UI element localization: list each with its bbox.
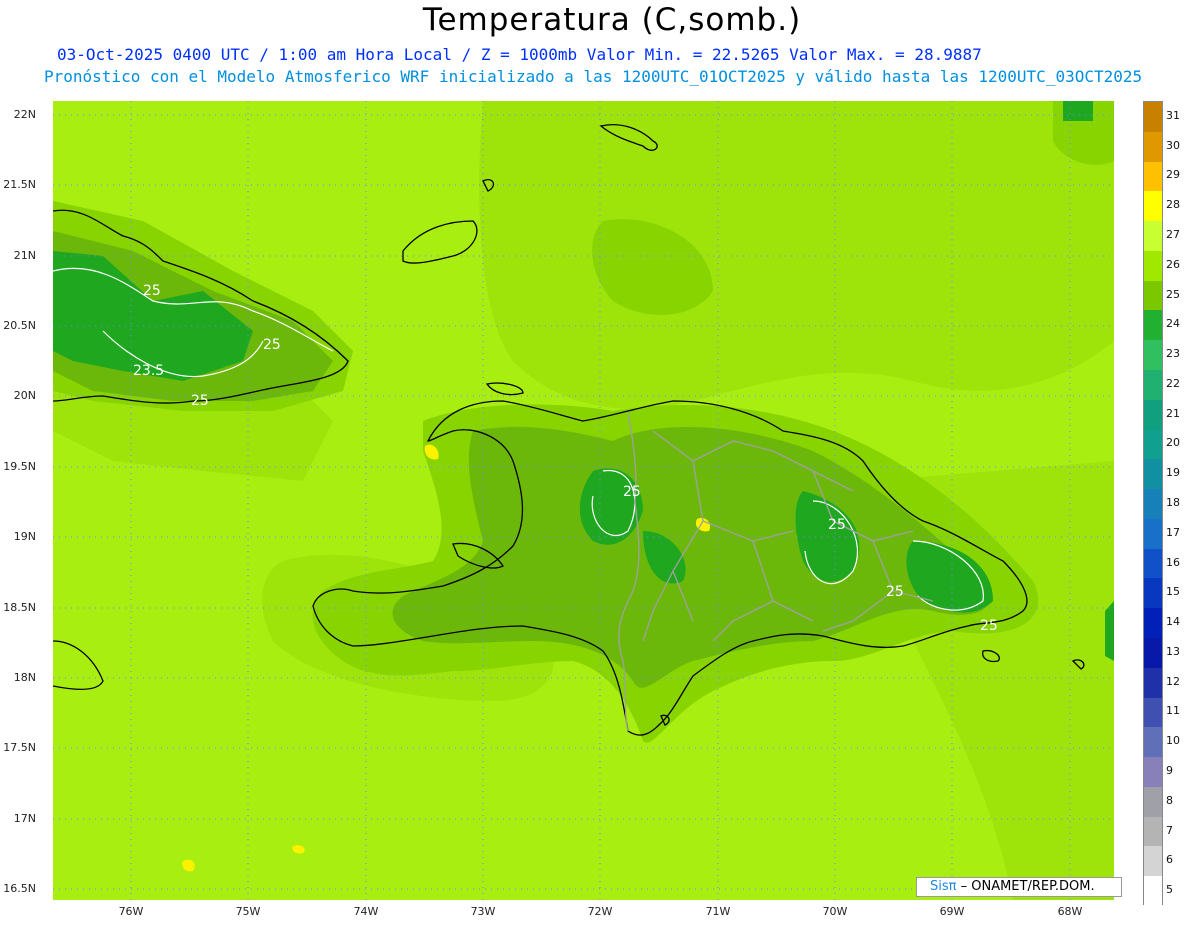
colorbar-label: 6	[1166, 853, 1173, 867]
contour-label: 23.5	[133, 363, 164, 379]
colorbar-segment	[1144, 102, 1162, 132]
lat-label: 18.5N	[3, 601, 36, 614]
credit-box: Sisπ – ONAMET/REP.DOM.	[916, 877, 1122, 897]
colorbar-segment	[1144, 310, 1162, 341]
colorbar	[1143, 101, 1163, 907]
colorbar-segment	[1144, 608, 1162, 639]
colorbar-segment	[1144, 131, 1162, 162]
colorbar-segment	[1144, 399, 1162, 430]
lat-label: 19N	[13, 530, 36, 543]
colorbar-label: 22	[1166, 376, 1180, 390]
colorbar-segment	[1144, 548, 1162, 579]
lon-label: 68W	[1057, 905, 1083, 918]
colorbar-segment	[1144, 578, 1162, 609]
lat-label: 21N	[13, 249, 36, 262]
colorbar-segment	[1144, 280, 1162, 311]
colorbar-label: 21	[1166, 406, 1180, 420]
colorbar-label: 20	[1166, 436, 1180, 450]
colorbar-label: 12	[1166, 674, 1180, 688]
colorbar-label: 26	[1166, 257, 1180, 271]
lat-label: 20.5N	[3, 319, 36, 332]
colorbar-label: 8	[1166, 793, 1173, 807]
colorbar-label: 24	[1166, 317, 1180, 331]
colorbar-segment	[1144, 727, 1162, 758]
colorbar-label: 23	[1166, 347, 1180, 361]
colorbar-label: 14	[1166, 615, 1180, 629]
map-title: Temperatura (C,somb.)	[422, 2, 802, 38]
lat-label: 19.5N	[3, 460, 36, 473]
colorbar-label: 17	[1166, 525, 1180, 539]
lon-label: 75W	[235, 905, 261, 918]
colorbar-segment	[1144, 667, 1162, 698]
sispi-logo: Sisπ	[930, 879, 957, 894]
colorbar-label: 25	[1166, 287, 1180, 301]
valid-time-line: 03-Oct-2025 0400 UTC / 1:00 am Hora Loca…	[57, 45, 982, 64]
colorbar-label: 18	[1166, 496, 1180, 509]
lat-label: 18N	[13, 671, 36, 684]
colorbar-label: 11	[1166, 704, 1180, 718]
lat-label: 17N	[13, 812, 36, 825]
colorbar-segment	[1144, 846, 1162, 877]
colorbar-segment	[1144, 518, 1162, 549]
lon-label: 72W	[587, 905, 613, 918]
colorbar-segment	[1144, 250, 1162, 281]
lat-label: 20N	[13, 389, 36, 402]
colorbar-label: 28	[1166, 198, 1180, 212]
colorbar-segment	[1144, 370, 1162, 400]
lat-label: 17.5N	[3, 741, 36, 754]
lon-label: 76W	[118, 905, 144, 918]
lon-label: 74W	[353, 905, 379, 918]
colorbar-segment	[1144, 638, 1162, 668]
lon-label: 70W	[822, 905, 848, 918]
colorbar-segment	[1144, 876, 1162, 907]
lon-label: 69W	[939, 905, 965, 918]
contour-label: 25	[143, 283, 161, 299]
colorbar-label: 30	[1166, 138, 1180, 152]
colorbar-segment	[1144, 161, 1162, 192]
credit-text: – ONAMET/REP.DOM.	[956, 879, 1095, 894]
lon-label: 73W	[470, 905, 496, 918]
colorbar-segment	[1144, 786, 1162, 817]
contour-label: 25	[623, 484, 641, 500]
model-info-line: Pronóstico con el Modelo Atmosferico WRF…	[44, 67, 1143, 86]
temperature-map: 25 25 23.5 25 25 25 25 25	[53, 101, 1114, 900]
colorbar-label: 5	[1166, 883, 1173, 897]
lon-label: 71W	[705, 905, 731, 918]
colorbar-label: 10	[1166, 734, 1180, 748]
colorbar-segment	[1144, 340, 1162, 371]
contour-label: 25	[886, 584, 904, 600]
colorbar-segment	[1144, 489, 1162, 520]
contour-label: 25	[191, 393, 209, 409]
lat-label: 16.5N	[3, 882, 36, 895]
lat-label: 22N	[13, 108, 36, 121]
contour-label: 25	[980, 618, 998, 634]
colorbar-segment	[1144, 697, 1162, 728]
colorbar-segment	[1144, 816, 1162, 847]
contour-label: 25	[263, 337, 281, 353]
contour-label: 25	[828, 517, 846, 533]
colorbar-segment	[1144, 429, 1162, 460]
colorbar-segment	[1144, 459, 1162, 490]
colorbar-label: 31	[1166, 108, 1180, 122]
colorbar-label: 9	[1166, 764, 1173, 777]
colorbar-label: 7	[1166, 823, 1173, 837]
colorbar-label: 27	[1166, 228, 1180, 241]
colorbar-label: 13	[1166, 644, 1180, 658]
colorbar-label: 16	[1166, 555, 1180, 569]
colorbar-segment	[1144, 757, 1162, 788]
colorbar-segment	[1144, 191, 1162, 222]
colorbar-label: 15	[1166, 585, 1180, 599]
colorbar-segment	[1144, 221, 1162, 252]
lat-label: 21.5N	[3, 178, 36, 191]
colorbar-label: 29	[1166, 168, 1180, 182]
colorbar-label: 19	[1166, 466, 1180, 480]
